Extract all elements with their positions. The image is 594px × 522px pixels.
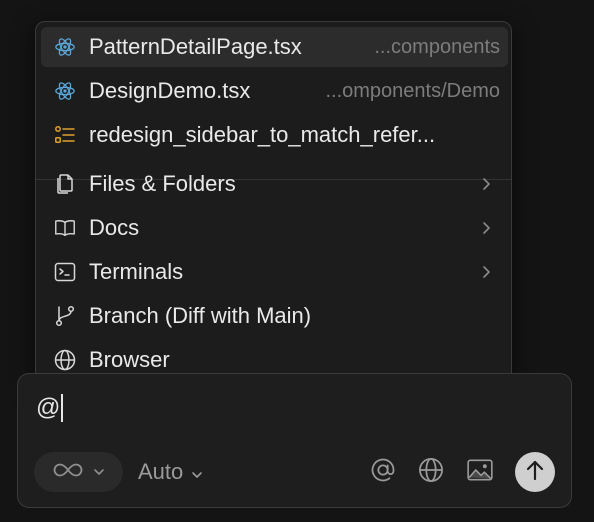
at-icon	[369, 456, 397, 489]
chevron-down-icon	[93, 463, 105, 481]
chevron-down-icon	[191, 459, 203, 485]
mention-popup: PatternDetailPage.tsx ...components Desi…	[35, 21, 512, 385]
chevron-right-icon	[480, 265, 492, 279]
files-icon	[53, 172, 77, 196]
globe-icon	[53, 348, 77, 372]
mention-item-label: redesign_sidebar_to_match_refer...	[89, 122, 436, 147]
mention-item-label: DesignDemo.tsx	[89, 78, 251, 103]
react-icon	[53, 35, 77, 59]
mention-category-terminals[interactable]: Terminals	[41, 252, 508, 292]
chevron-right-icon	[480, 221, 492, 235]
mention-category-files-folders[interactable]: Files & Folders	[41, 164, 508, 204]
category-label: Terminals	[89, 259, 184, 284]
mention-button[interactable]	[367, 456, 399, 488]
terminal-icon	[53, 260, 77, 284]
category-label: Docs	[89, 215, 140, 240]
git-branch-icon	[53, 304, 77, 328]
mention-item-design-demo[interactable]: DesignDemo.tsx ...omponents/Demo	[41, 71, 508, 111]
book-icon	[53, 216, 77, 240]
list-icon	[53, 123, 77, 147]
mode-selector-button[interactable]	[34, 452, 123, 492]
mention-category-docs[interactable]: Docs	[41, 208, 508, 248]
web-search-button[interactable]	[415, 456, 447, 488]
mention-item-pattern-detail-page[interactable]: PatternDetailPage.tsx ...components	[41, 27, 508, 67]
text-caret	[61, 394, 64, 422]
mention-item-redesign-sidebar[interactable]: redesign_sidebar_to_match_refer...	[41, 115, 508, 155]
infinity-icon	[53, 462, 83, 483]
mention-category-branch[interactable]: Branch (Diff with Main)	[41, 296, 508, 336]
send-button[interactable]	[515, 452, 555, 492]
message-input-text: @	[36, 394, 61, 421]
category-label: Branch (Diff with Main)	[89, 303, 312, 328]
arrow-up-icon	[525, 459, 545, 486]
chevron-right-icon	[480, 177, 492, 191]
mention-item-path: ...omponents/Demo	[325, 79, 500, 102]
react-icon	[53, 79, 77, 103]
mention-item-path: ...components	[374, 35, 500, 58]
message-input[interactable]: @	[36, 394, 64, 422]
attach-image-button[interactable]	[464, 456, 496, 488]
mention-item-label: PatternDetailPage.tsx	[89, 34, 302, 59]
category-label: Browser	[89, 347, 170, 372]
chat-composer: @ Auto	[17, 373, 572, 508]
category-label: Files & Folders	[89, 171, 236, 196]
model-selector[interactable]: Auto	[138, 452, 203, 492]
globe-icon	[417, 456, 445, 489]
model-label: Auto	[138, 459, 184, 484]
image-icon	[466, 457, 494, 488]
